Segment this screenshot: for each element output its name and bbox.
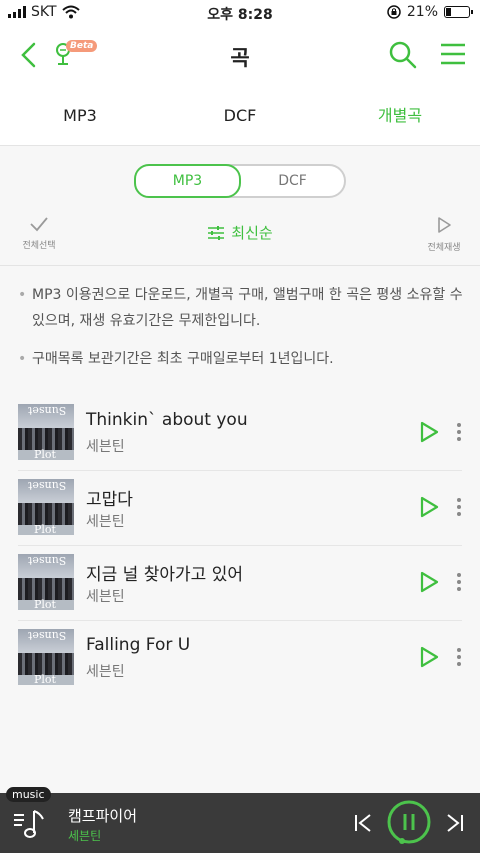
sort-button[interactable]: 최신순 bbox=[0, 222, 480, 243]
more-options-icon[interactable] bbox=[456, 572, 462, 592]
mini-player[interactable]: music 캠프파이어 세븐틴 bbox=[0, 787, 480, 853]
sort-label: 최신순 bbox=[231, 224, 273, 242]
search-icon[interactable] bbox=[388, 40, 418, 70]
pause-icon[interactable] bbox=[386, 799, 432, 845]
song-row[interactable]: Sunset Plot Thinkin` about you 세븐틴 bbox=[18, 396, 462, 471]
next-track-icon[interactable] bbox=[444, 811, 466, 835]
status-right: 21% bbox=[387, 4, 473, 20]
segment-dcf[interactable]: DCF bbox=[241, 166, 344, 196]
album-art-text-bottom: Plot bbox=[34, 448, 56, 460]
album-art: Sunset Plot bbox=[18, 479, 74, 535]
tab-mp3[interactable]: MP3 bbox=[0, 86, 160, 145]
previous-track-icon[interactable] bbox=[352, 811, 374, 835]
format-segmented-control: MP3 DCF bbox=[134, 164, 346, 198]
header: Beta 곡 bbox=[0, 24, 480, 86]
play-icon[interactable] bbox=[418, 420, 440, 444]
song-artist: 세븐틴 bbox=[86, 514, 125, 530]
song-title: Falling For U bbox=[86, 635, 191, 655]
status-bar: SKT 오후 8:28 21% bbox=[0, 0, 480, 24]
song-row[interactable]: Sunset Plot Falling For U 세븐틴 bbox=[18, 621, 462, 696]
album-art: Sunset Plot bbox=[18, 629, 74, 685]
song-list: Sunset Plot Thinkin` about you 세븐틴 Sunse… bbox=[18, 396, 462, 696]
segment-mp3[interactable]: MP3 bbox=[134, 164, 241, 198]
tab-dcf[interactable]: DCF bbox=[160, 86, 320, 145]
more-options-icon[interactable] bbox=[456, 422, 462, 442]
play-icon[interactable] bbox=[418, 570, 440, 594]
play-all-button[interactable]: 전체재생 bbox=[422, 216, 466, 253]
song-artist: 세븐틴 bbox=[86, 664, 125, 680]
play-icon bbox=[438, 217, 451, 233]
album-art: Sunset Plot bbox=[18, 404, 74, 460]
beta-badge: Beta bbox=[66, 40, 98, 52]
play-icon[interactable] bbox=[418, 495, 440, 519]
sliders-icon bbox=[208, 225, 225, 240]
notice-item: 구매목록 보관기간은 최초 구매일로부터 1년입니다. bbox=[18, 346, 466, 372]
album-art-text-bottom: Plot bbox=[34, 673, 56, 685]
song-artist: 세븐틴 bbox=[86, 439, 125, 455]
song-title: 고맙다 bbox=[86, 490, 133, 510]
album-art-text-top: Sunset bbox=[28, 404, 67, 417]
now-playing-title: 캠프파이어 bbox=[68, 807, 138, 825]
music-tag: music bbox=[6, 787, 51, 802]
more-options-icon[interactable] bbox=[456, 497, 462, 517]
playlist-music-icon[interactable] bbox=[12, 805, 48, 841]
chevron-left-icon[interactable] bbox=[14, 38, 44, 72]
rotation-lock-icon bbox=[387, 5, 401, 19]
play-all-label: 전체재생 bbox=[427, 243, 461, 253]
hamburger-icon[interactable] bbox=[440, 42, 466, 66]
song-title: Thinkin` about you bbox=[86, 410, 248, 430]
song-row[interactable]: Sunset Plot 지금 널 찾아가고 있어 세븐틴 bbox=[18, 546, 462, 621]
play-icon[interactable] bbox=[418, 645, 440, 669]
notice-list: MP3 이용권으로 다운로드, 개별곡 구매, 앨범구매 한 곡은 평생 소유할… bbox=[18, 282, 466, 384]
action-row: 전체선택 최신순 전체재생 bbox=[0, 212, 480, 266]
tab-individual-songs[interactable]: 개별곡 bbox=[320, 86, 480, 145]
more-options-icon[interactable] bbox=[456, 647, 462, 667]
battery-percent: 21% bbox=[406, 4, 438, 20]
album-art-text-top: Sunset bbox=[28, 554, 67, 567]
song-title: 지금 널 찾아가고 있어 bbox=[86, 565, 243, 585]
battery-icon bbox=[444, 6, 473, 18]
album-art: Sunset Plot bbox=[18, 554, 74, 610]
tab-bar: MP3 DCF 개별곡 bbox=[0, 86, 480, 146]
album-art-text-top: Sunset bbox=[28, 479, 67, 492]
now-playing-artist: 세븐틴 bbox=[68, 829, 102, 843]
song-artist: 세븐틴 bbox=[86, 589, 125, 605]
album-art-text-bottom: Plot bbox=[34, 523, 56, 535]
album-art-text-bottom: Plot bbox=[34, 598, 56, 610]
notice-item: MP3 이용권으로 다운로드, 개별곡 구매, 앨범구매 한 곡은 평생 소유할… bbox=[18, 282, 466, 334]
song-row[interactable]: Sunset Plot 고맙다 세븐틴 bbox=[18, 471, 462, 546]
album-art-text-top: Sunset bbox=[28, 629, 67, 642]
